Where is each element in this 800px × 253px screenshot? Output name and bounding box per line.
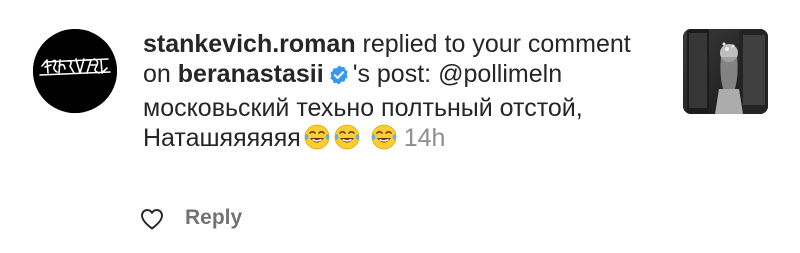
graffiti-logo-avatar-icon <box>33 29 117 113</box>
username-link[interactable]: stankevich.roman <box>143 30 356 58</box>
reply-button[interactable]: Reply <box>185 206 242 230</box>
heart-outline-icon <box>141 209 163 230</box>
notification-text: stankevich.roman replied to your comment… <box>143 29 653 158</box>
like-button[interactable] <box>139 207 165 231</box>
post-suffix: 's post: <box>352 60 432 88</box>
face-with-tears-of-joy-icon <box>333 123 361 158</box>
timestamp: 14h <box>403 124 446 152</box>
user-avatar[interactable] <box>33 29 117 113</box>
post-owner-link[interactable]: beranastasii <box>178 60 324 88</box>
post-thumbnail[interactable] <box>683 29 768 114</box>
reply-notification[interactable]: stankevich.roman replied to your comment… <box>0 0 800 253</box>
verified-badge-icon <box>328 63 350 93</box>
post-thumbnail-photo-icon <box>683 29 768 114</box>
face-with-tears-of-joy-icon <box>303 123 331 158</box>
face-with-tears-of-joy-icon <box>370 123 398 158</box>
